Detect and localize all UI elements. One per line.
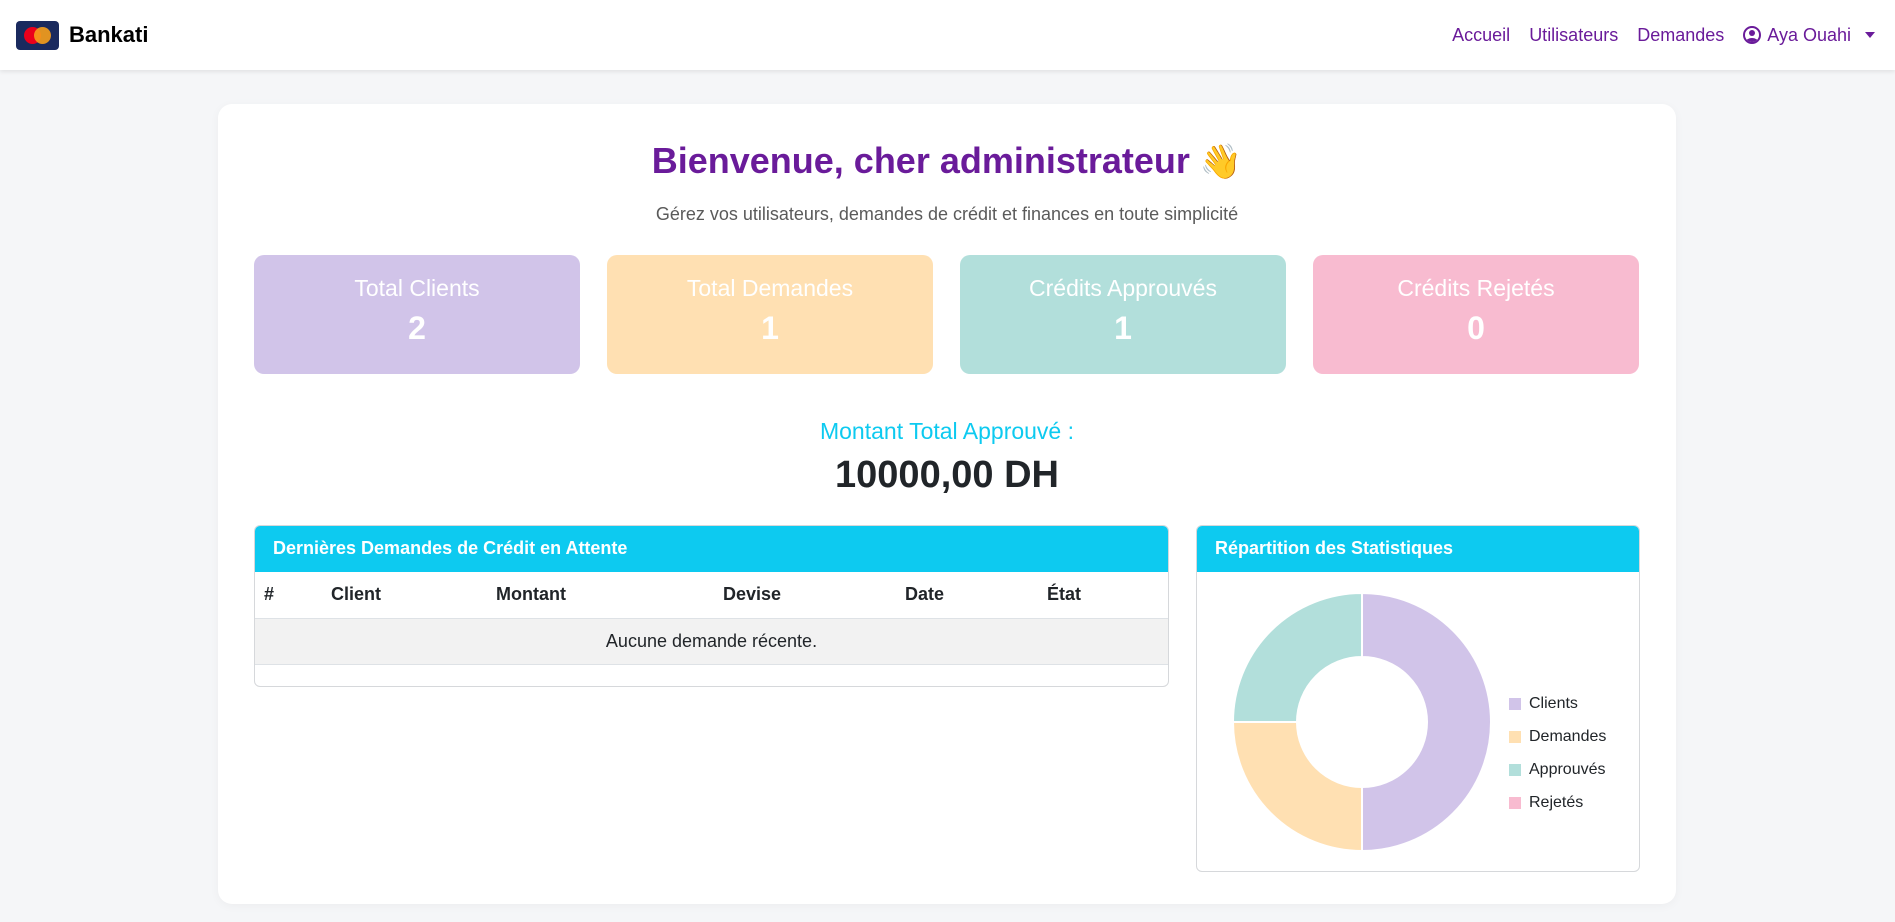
- total-approved-value: 10000,00 DH: [835, 454, 1059, 496]
- dashboard-card: Bienvenue, cher administrateur 👋 Gérez v…: [218, 104, 1676, 904]
- stat-label: Crédits Approuvés: [1029, 275, 1217, 301]
- brand[interactable]: Bankati: [16, 20, 149, 50]
- legend-swatch: [1509, 697, 1521, 710]
- legend-label: Approuvés: [1529, 760, 1606, 778]
- brand-logo-icon: [16, 20, 59, 50]
- stat-card-total-demandes: Total Demandes 1: [607, 255, 933, 374]
- col-header-devise: Devise: [714, 572, 896, 619]
- brand-name: Bankati: [69, 22, 149, 47]
- table-header-row: # Client Montant Devise Date État: [255, 572, 1168, 619]
- stat-value: 1: [1114, 310, 1132, 346]
- chart-legend: Clients Demandes Approuvés Rejetés: [1509, 694, 1606, 826]
- stat-card-credits-rejetes: Crédits Rejetés 0: [1313, 255, 1639, 374]
- caret-down-icon: [1865, 32, 1875, 38]
- pending-requests-panel: Dernières Demandes de Crédit en Attente …: [254, 525, 1169, 687]
- nav-link-demandes[interactable]: Demandes: [1637, 25, 1724, 46]
- total-approved-label: Montant Total Approuvé :: [819, 418, 1075, 444]
- legend-swatch: [1509, 796, 1521, 809]
- title-text: Bienvenue, cher administrateur: [651, 140, 1190, 181]
- navbar: Bankati Accueil Utilisateurs Demandes Ay…: [0, 0, 1895, 70]
- stat-label: Crédits Rejetés: [1397, 275, 1555, 301]
- nav-links: Accueil Utilisateurs Demandes Aya Ouahi: [1452, 25, 1875, 46]
- stats-chart-panel: Répartition des Statistiques Clients Dema…: [1196, 525, 1640, 872]
- col-header-montant: Montant: [487, 572, 714, 619]
- requests-table: # Client Montant Devise Date État Aucune…: [255, 572, 1168, 665]
- user-name: Aya Ouahi: [1767, 24, 1851, 45]
- legend-item-approuvés[interactable]: Approuvés: [1509, 760, 1606, 779]
- user-circle-icon: [1743, 26, 1762, 44]
- stat-label: Total Clients: [354, 275, 480, 301]
- stat-value: 0: [1467, 310, 1485, 346]
- legend-swatch: [1509, 763, 1521, 776]
- stat-card-credits-approuves: Crédits Approuvés 1: [960, 255, 1286, 374]
- stat-label: Total Demandes: [686, 275, 854, 301]
- donut-chart: [1231, 591, 1492, 853]
- empty-table-message: Aucune demande récente.: [255, 618, 1168, 665]
- legend-item-rejetés[interactable]: Rejetés: [1509, 793, 1606, 812]
- col-header-date: Date: [896, 572, 1038, 619]
- page-subtitle: Gérez vos utilisateurs, demandes de créd…: [655, 204, 1239, 224]
- donut-slice-demandes[interactable]: [1231, 721, 1363, 853]
- stat-value: 2: [408, 310, 426, 346]
- nav-link-accueil[interactable]: Accueil: [1452, 25, 1510, 46]
- stat-card-total-clients: Total Clients 2: [254, 255, 580, 374]
- col-header-etat: État: [1038, 572, 1168, 619]
- panel-title: Dernières Demandes de Crédit en Attente: [255, 526, 1168, 572]
- user-menu-toggle[interactable]: Aya Ouahi: [1743, 25, 1875, 46]
- stat-value: 1: [761, 310, 779, 346]
- legend-swatch: [1509, 730, 1521, 743]
- table-row: Aucune demande récente.: [255, 618, 1168, 665]
- waving-hand-icon: 👋: [1199, 143, 1243, 181]
- legend-label: Demandes: [1529, 727, 1607, 745]
- page-title: Bienvenue, cher administrateur 👋: [218, 140, 1676, 182]
- panel-title: Répartition des Statistiques: [1197, 526, 1639, 572]
- legend-label: Rejetés: [1529, 793, 1584, 811]
- col-header-number: #: [255, 572, 322, 619]
- chart-area: Clients Demandes Approuvés Rejetés: [1197, 572, 1639, 871]
- legend-label: Clients: [1529, 694, 1578, 712]
- legend-item-clients[interactable]: Clients: [1509, 694, 1606, 713]
- donut-slice-approuvés[interactable]: [1231, 591, 1363, 723]
- donut-slice-clients[interactable]: [1361, 591, 1492, 853]
- legend-item-demandes[interactable]: Demandes: [1509, 727, 1606, 746]
- col-header-client: Client: [322, 572, 487, 619]
- nav-link-utilisateurs[interactable]: Utilisateurs: [1529, 25, 1618, 46]
